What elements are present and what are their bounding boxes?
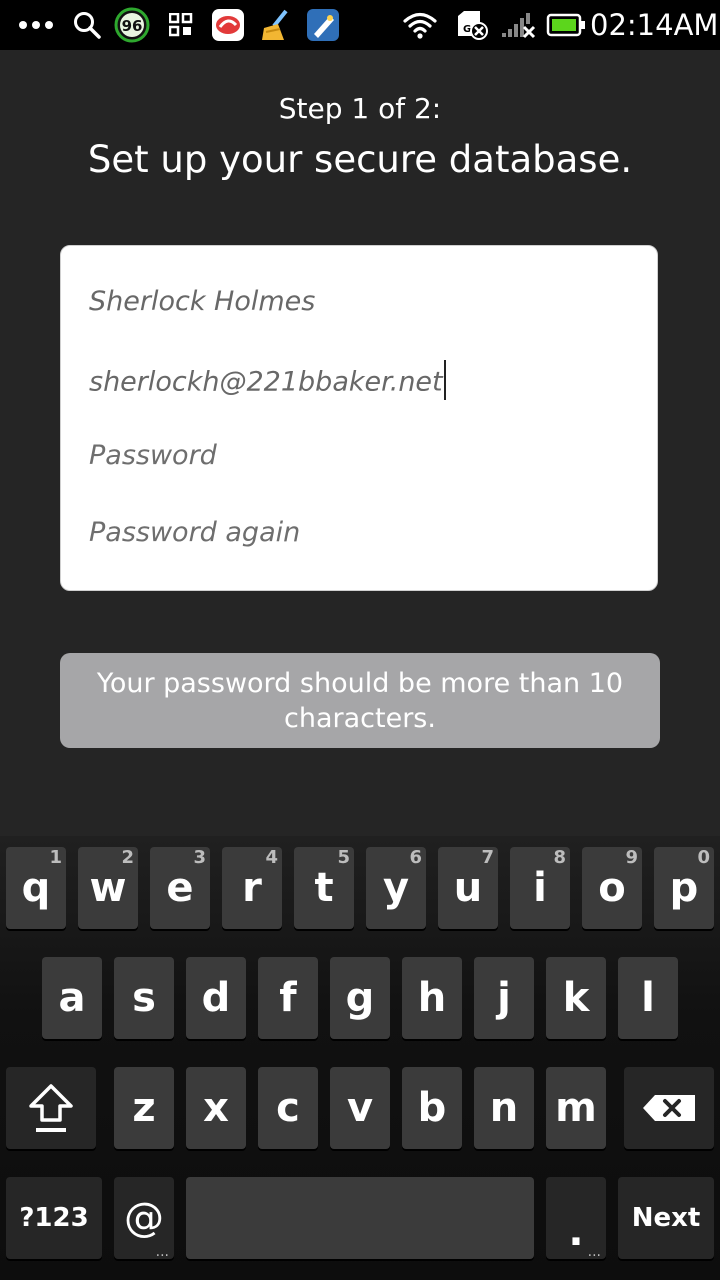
password-again-field[interactable]: Password again bbox=[89, 517, 300, 548]
password-placeholder: Password bbox=[89, 440, 217, 471]
key-l[interactable]: l bbox=[618, 957, 678, 1039]
shift-arrow-icon bbox=[29, 1084, 73, 1132]
signal-no-service-icon bbox=[498, 0, 538, 50]
battery-icon bbox=[545, 0, 587, 50]
badge-value: 96 bbox=[122, 17, 143, 35]
app-icon-red bbox=[209, 0, 247, 50]
account-form: Sherlock Holmes sherlockh@221bbaker.net … bbox=[60, 245, 658, 591]
key-v[interactable]: v bbox=[330, 1067, 390, 1149]
app-icon-blue bbox=[304, 0, 342, 50]
cleaner-broom-icon bbox=[256, 0, 294, 50]
key-y[interactable]: y6 bbox=[366, 847, 426, 929]
svg-text:G: G bbox=[463, 24, 471, 35]
key-p[interactable]: p0 bbox=[654, 847, 714, 929]
long-press-indicator: ... bbox=[155, 1244, 169, 1260]
symbols-key[interactable]: ?123 bbox=[6, 1177, 102, 1259]
space-bar[interactable] bbox=[186, 1177, 534, 1259]
shift-key[interactable] bbox=[6, 1067, 96, 1149]
email-field[interactable]: sherlockh@221bbaker.net bbox=[89, 360, 446, 403]
search-icon[interactable] bbox=[70, 0, 104, 50]
key-r[interactable]: r4 bbox=[222, 847, 282, 929]
key-k[interactable]: k bbox=[546, 957, 606, 1039]
key-q[interactable]: q1 bbox=[6, 847, 66, 929]
apps-grid-icon bbox=[166, 0, 196, 50]
key-i[interactable]: i8 bbox=[510, 847, 570, 929]
key-z[interactable]: z bbox=[114, 1067, 174, 1149]
name-value: Sherlock Holmes bbox=[89, 286, 316, 317]
text-cursor bbox=[443, 360, 446, 400]
page-title: Set up your secure database. bbox=[87, 138, 633, 181]
key-c[interactable]: c bbox=[258, 1067, 318, 1149]
at-key[interactable]: @... bbox=[114, 1177, 174, 1259]
key-d[interactable]: d bbox=[186, 957, 246, 1039]
key-e[interactable]: e3 bbox=[150, 847, 210, 929]
wifi-icon bbox=[400, 0, 440, 50]
key-n[interactable]: n bbox=[474, 1067, 534, 1149]
key-w[interactable]: w2 bbox=[78, 847, 138, 929]
name-field[interactable]: Sherlock Holmes bbox=[89, 286, 315, 317]
key-u[interactable]: u7 bbox=[438, 847, 498, 929]
password-field[interactable]: Password bbox=[89, 440, 217, 471]
key-s[interactable]: s bbox=[114, 957, 174, 1039]
sd-card-error-icon: G bbox=[452, 0, 492, 50]
password-hint-text: Your password should be more than 10 cha… bbox=[96, 667, 624, 734]
key-t[interactable]: t5 bbox=[294, 847, 354, 929]
step-indicator: Step 1 of 2: bbox=[278, 92, 442, 125]
key-x[interactable]: x bbox=[186, 1067, 246, 1149]
email-value: sherlockh@221bbaker.net bbox=[89, 366, 443, 398]
key-j[interactable]: j bbox=[474, 957, 534, 1039]
long-press-indicator: ... bbox=[587, 1244, 601, 1260]
key-h[interactable]: h bbox=[402, 957, 462, 1039]
overflow-dots-icon[interactable] bbox=[16, 0, 56, 50]
status-bar: 96 G 02:14AM bbox=[0, 0, 720, 50]
key-m[interactable]: m bbox=[546, 1067, 606, 1149]
key-a[interactable]: a bbox=[42, 957, 102, 1039]
backspace-icon bbox=[643, 1095, 695, 1121]
status-time: 02:14AM bbox=[590, 8, 719, 42]
password-hint-banner: Your password should be more than 10 cha… bbox=[60, 653, 660, 748]
period-key[interactable]: .... bbox=[546, 1177, 606, 1259]
password-again-placeholder: Password again bbox=[89, 517, 301, 548]
key-f[interactable]: f bbox=[258, 957, 318, 1039]
battery-saver-icon: 96 bbox=[113, 0, 151, 50]
key-o[interactable]: o9 bbox=[582, 847, 642, 929]
key-b[interactable]: b bbox=[402, 1067, 462, 1149]
backspace-key[interactable] bbox=[624, 1067, 714, 1149]
next-key[interactable]: Next bbox=[618, 1177, 714, 1259]
key-g[interactable]: g bbox=[330, 957, 390, 1039]
